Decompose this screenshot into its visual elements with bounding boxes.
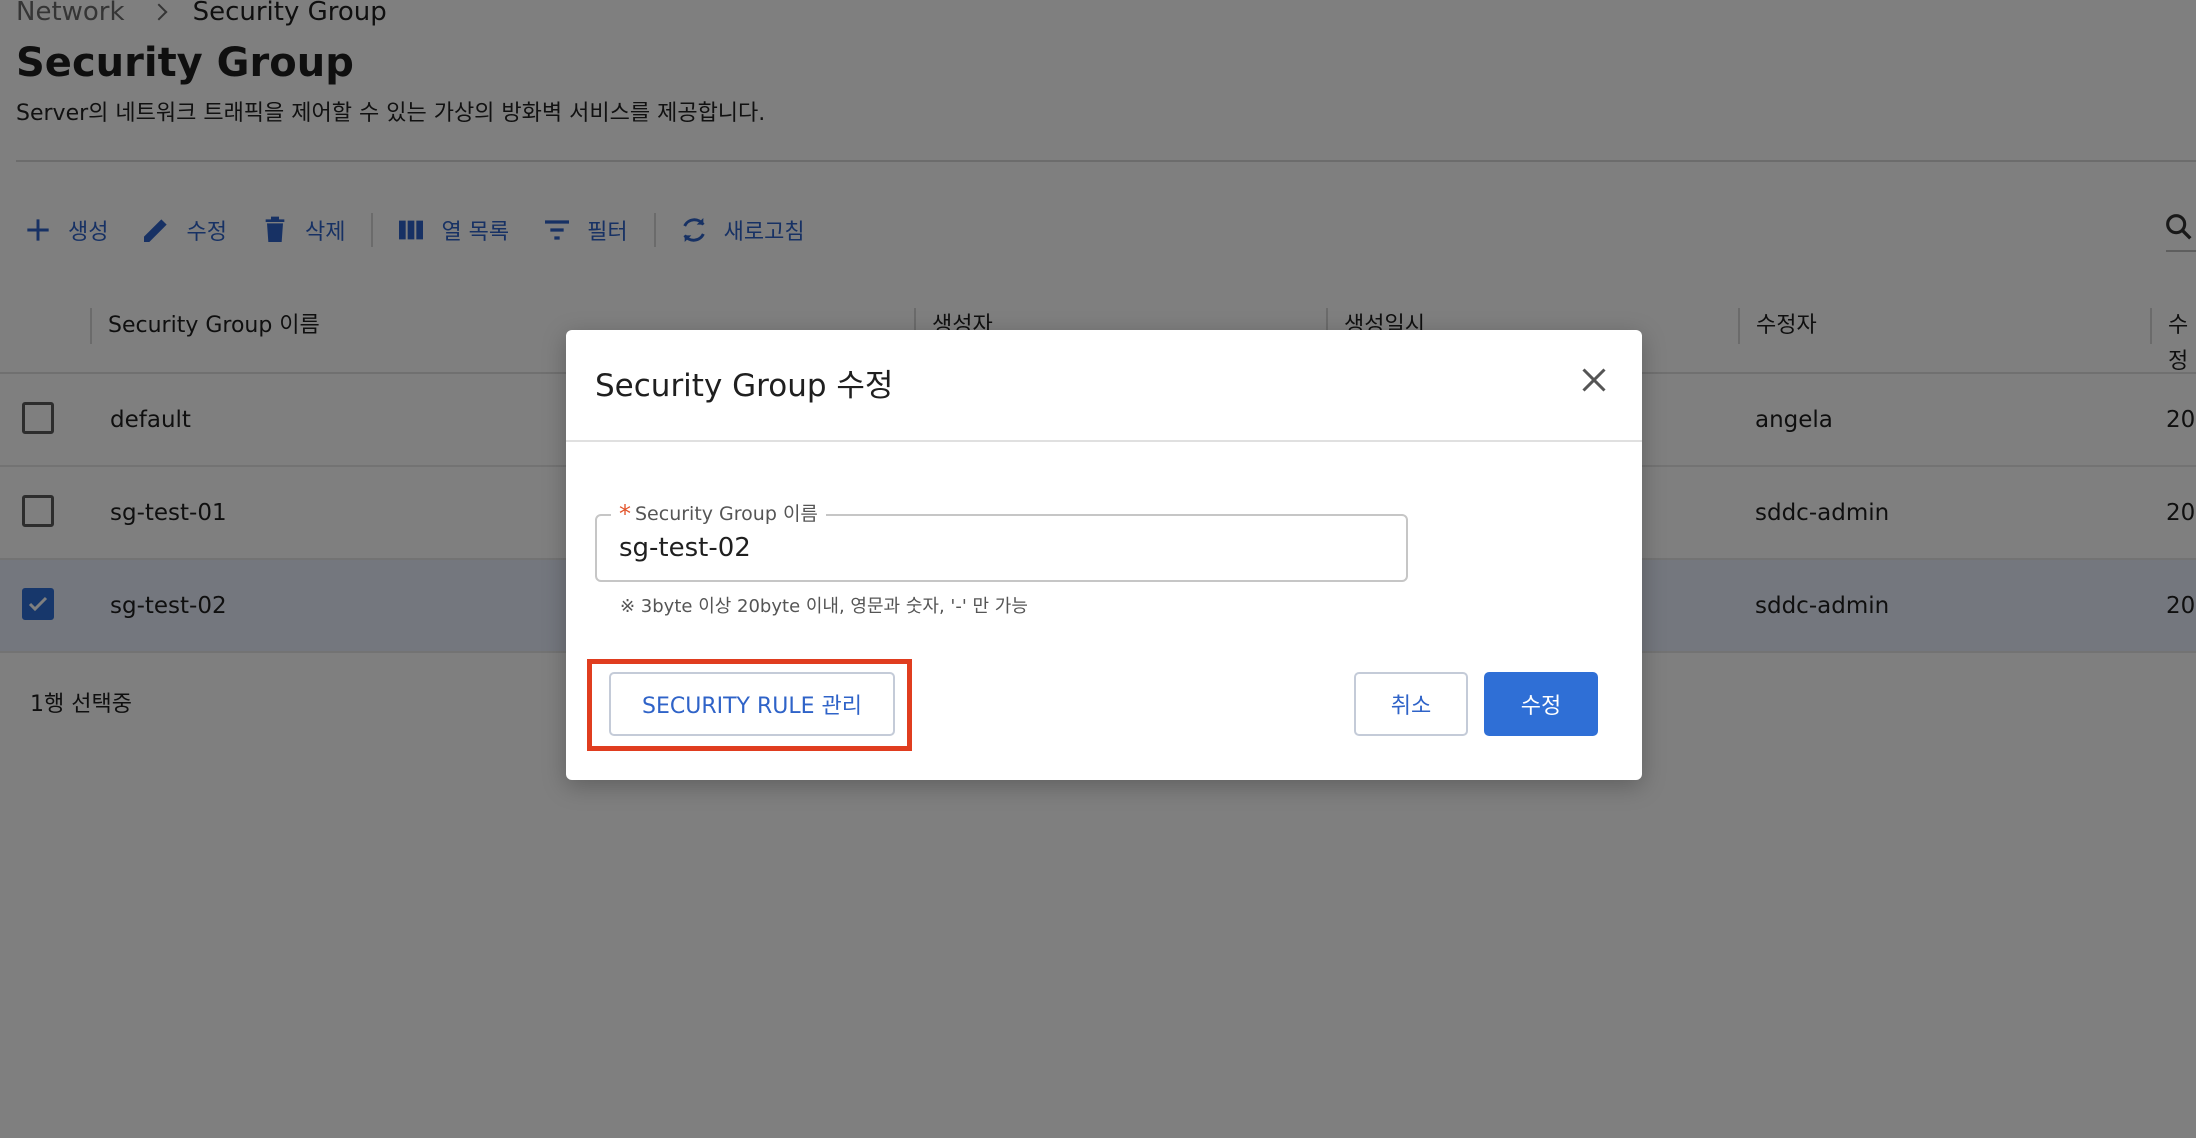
edit-security-group-dialog: Security Group 수정 * Security Group 이름 sg… [566,330,1642,780]
submit-button[interactable]: 수정 [1484,672,1598,736]
field-hint: ※ 3byte 이상 20byte 이내, 영문과 숫자, '-' 만 가능 [620,596,1028,617]
name-input[interactable]: sg-test-02 [619,530,751,566]
required-mark: * [619,500,631,528]
field-label: * Security Group 이름 [611,500,826,528]
field-label-text: Security Group 이름 [635,503,818,525]
dialog-title: Security Group 수정 [595,368,894,404]
security-group-name-field[interactable]: * Security Group 이름 sg-test-02 [595,500,1408,582]
dialog-header: Security Group 수정 [566,330,1642,442]
close-icon[interactable] [1576,362,1612,398]
cancel-button[interactable]: 취소 [1354,672,1468,736]
security-rule-manage-button[interactable]: SECURITY RULE 관리 [609,672,895,736]
